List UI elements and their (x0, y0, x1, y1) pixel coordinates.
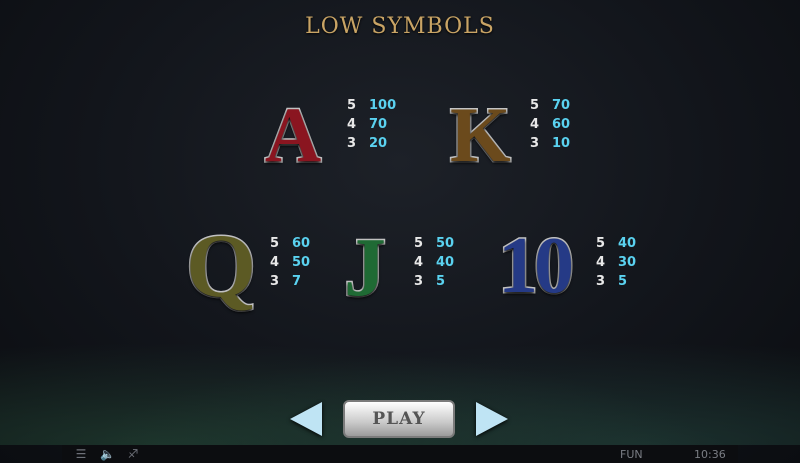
pay-value: 10 (552, 136, 571, 151)
pay-count: 5 (347, 98, 357, 113)
previous-page-arrow-icon[interactable] (290, 402, 322, 436)
pay-row: 35 (596, 272, 636, 291)
clock: 10:36 (694, 447, 726, 461)
pay-count: 4 (414, 255, 424, 270)
next-page-arrow-icon[interactable] (476, 402, 508, 436)
pay-row: 35 (414, 272, 454, 291)
game-mode-label: FUN (620, 447, 643, 461)
pay-value: 100 (369, 98, 397, 113)
pay-row: 4 70 (347, 115, 396, 134)
pay-row: 4 60 (530, 115, 570, 134)
pay-value: 70 (552, 98, 571, 113)
paytable-j: 5 50 4 40 35 (414, 234, 454, 291)
menu-icon[interactable]: ☰ (74, 447, 88, 461)
pay-count: 3 (347, 136, 357, 151)
symbol-a: A (263, 91, 322, 178)
paytable-a: 5 100 4 70 3 20 (347, 96, 396, 153)
pay-row: 3 10 (530, 134, 570, 153)
paytable-10: 5 40 4 30 35 (596, 234, 636, 291)
pay-value: 50 (436, 236, 455, 251)
symbol-q: Q (184, 217, 257, 316)
pay-count: 5 (530, 98, 540, 113)
pay-count: 5 (414, 236, 424, 251)
pay-value: 60 (292, 236, 311, 251)
pay-count: 4 (530, 117, 540, 132)
pay-count: 5 (596, 236, 606, 251)
symbol-j: J (343, 221, 388, 314)
pay-row: 4 30 (596, 253, 636, 272)
pay-value: 50 (292, 255, 311, 270)
pay-count: 4 (270, 255, 280, 270)
pay-count: 3 (270, 274, 280, 289)
play-button[interactable]: PLAY (343, 400, 455, 438)
pay-value: 40 (618, 236, 637, 251)
pay-row: 3 20 (347, 134, 396, 153)
paytable-q: 5 60 4 50 37 (270, 234, 310, 291)
pay-value: 5 (436, 274, 446, 289)
pay-count: 3 (414, 274, 424, 289)
page-title: LOW SYMBOLS (305, 14, 495, 39)
pay-row: 4 50 (270, 253, 310, 272)
pay-count: 4 (347, 117, 357, 132)
pay-value: 30 (618, 255, 637, 270)
pay-count: 4 (596, 255, 606, 270)
pay-row: 5 40 (596, 234, 636, 253)
pay-value: 60 (552, 117, 571, 132)
pay-row: 37 (270, 272, 310, 291)
symbol-10: 10 (497, 222, 576, 310)
pay-value: 70 (369, 117, 388, 132)
pay-row: 5 60 (270, 234, 310, 253)
pay-count: 5 (270, 236, 280, 251)
speaker-icon[interactable]: 🔈 (100, 447, 115, 461)
pay-row: 5 50 (414, 234, 454, 253)
paytable-k: 5 70 4 60 3 10 (530, 96, 570, 153)
pay-row: 5 70 (530, 96, 570, 115)
pay-count: 3 (530, 136, 540, 151)
turbo-icon[interactable]: ♐ (126, 447, 140, 461)
bottom-status-bar: ☰ 🔈 ♐ FUN 10:36 (62, 445, 738, 463)
pay-row: 5 100 (347, 96, 396, 115)
symbol-k: K (449, 91, 513, 178)
pay-value: 7 (292, 274, 302, 289)
pay-count: 3 (596, 274, 606, 289)
pay-value: 20 (369, 136, 388, 151)
pay-row: 4 40 (414, 253, 454, 272)
pay-value: 5 (618, 274, 628, 289)
pay-value: 40 (436, 255, 455, 270)
